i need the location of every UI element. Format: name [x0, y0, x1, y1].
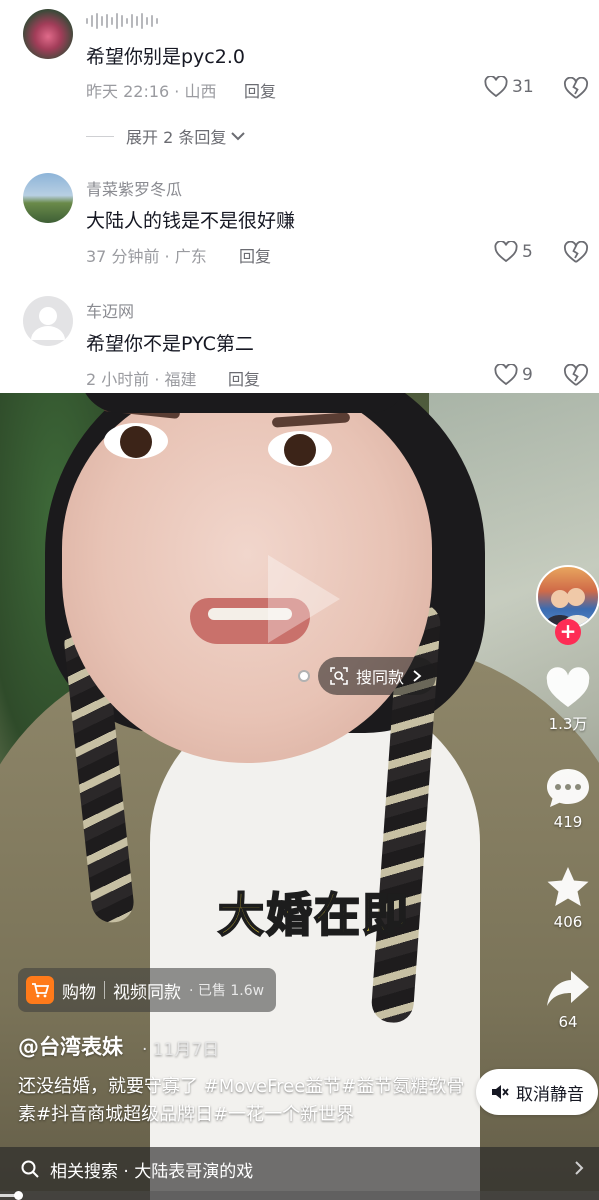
search-anchor-dot: [298, 670, 310, 682]
search-same-item-button[interactable]: 搜同款: [318, 657, 437, 695]
search-icon: [21, 1160, 39, 1178]
comment-text: 希望你别是pyc2.0: [86, 46, 245, 68]
default-user-icon: [31, 307, 65, 340]
comment-like-count: 9: [522, 365, 533, 385]
favorite-button[interactable]: 406: [541, 865, 595, 931]
heart-outline-icon: [494, 364, 518, 386]
divider: [104, 981, 105, 999]
like-count: 1.3万: [548, 715, 588, 733]
heart-icon: [546, 667, 590, 707]
chevron-down-icon: [231, 132, 246, 141]
post-date: · 11月7日: [142, 1040, 220, 1060]
eyebrow: [271, 412, 351, 428]
commenter-avatar[interactable]: [23, 9, 73, 59]
video-progress-bar[interactable]: [0, 1191, 599, 1200]
reply-button[interactable]: 回复: [228, 366, 260, 390]
product-label: 购物: [62, 982, 96, 1003]
video-caption-overlay: 大婚在即: [217, 887, 410, 943]
eye: [268, 431, 332, 467]
share-arrow-icon: [547, 971, 589, 1006]
search-same-label: 搜同款: [356, 668, 405, 687]
comment-meta: 37 分钟前 · 广东: [86, 247, 207, 266]
play-button[interactable]: [268, 555, 340, 643]
follow-button[interactable]: +: [555, 619, 581, 645]
video-subject-face: [62, 393, 432, 763]
comment-like-count: 5: [522, 242, 533, 262]
comment-count: 419: [553, 813, 583, 831]
comment-like-button[interactable]: 31: [484, 76, 534, 98]
comment-list: 希望你别是pyc2.0 昨天 22:16 · 山西 回复 31 展开 2 条回复…: [0, 0, 599, 393]
product-title: 视频同款: [113, 982, 181, 1003]
divider: [86, 135, 114, 137]
comment-bubble-icon: [547, 769, 589, 807]
eye: [104, 423, 168, 459]
comment-button[interactable]: 419: [541, 767, 595, 831]
unmute-button[interactable]: 取消静音: [476, 1069, 598, 1115]
comment-meta: 2 小时前 · 福建: [86, 370, 197, 389]
scan-search-icon: [330, 667, 348, 685]
unmute-label: 取消静音: [516, 1084, 584, 1105]
commenter-avatar[interactable]: [23, 173, 73, 223]
commenter-username[interactable]: 青菜紫罗冬瓜: [86, 176, 182, 200]
comment-like-count: 31: [512, 77, 534, 97]
video-subject-bangs: [80, 393, 410, 413]
shopping-cart-icon: [26, 976, 54, 1004]
related-search-text: 相关搜索 · 大陆表哥演的戏: [50, 1161, 254, 1182]
chevron-right-icon: [413, 670, 422, 682]
broken-heart-icon[interactable]: [563, 241, 589, 265]
related-search-bar[interactable]: 相关搜索 · 大陆表哥演的戏: [0, 1147, 599, 1191]
favorite-count: 406: [553, 913, 583, 931]
product-link[interactable]: 购物 视频同款 · 已售 1.6w: [18, 968, 277, 1012]
speaker-muted-icon: [492, 1085, 509, 1099]
reply-button[interactable]: 回复: [244, 78, 276, 102]
comment-like-button[interactable]: 9: [494, 364, 533, 386]
comment-text: 大陆人的钱是不是很好赚: [86, 210, 296, 232]
author-name[interactable]: @台湾表妹: [18, 1031, 123, 1061]
broken-heart-icon[interactable]: [563, 364, 589, 388]
expand-replies-label: 展开 2 条回复: [126, 128, 227, 147]
product-sold-count: · 已售 1.6w: [189, 983, 265, 999]
like-button[interactable]: 1.3万: [541, 667, 595, 734]
video-description[interactable]: 还没结婚，就要守寡了 #MoveFree益节#益节氨糖软骨素#抖音商城超级品牌日…: [18, 1073, 468, 1129]
heart-outline-icon: [494, 241, 518, 263]
heart-outline-icon: [484, 76, 508, 98]
avatar-photo: [544, 588, 594, 627]
commenter-username[interactable]: 车迈网: [86, 298, 134, 322]
voice-wave-icon: [86, 12, 158, 30]
expand-replies-button[interactable]: 展开 2 条回复: [86, 124, 246, 148]
star-icon: [547, 867, 589, 906]
video-player[interactable]: 搜同款 大婚在即 + 1.3万 419 406 64 购物 视频同款 · 已售 …: [0, 393, 599, 1200]
comment-like-button[interactable]: 5: [494, 241, 533, 263]
broken-heart-icon[interactable]: [563, 77, 589, 101]
comment-text: 希望你不是PYC第二: [86, 333, 254, 355]
progress-knob[interactable]: [13, 1191, 23, 1200]
comment-meta: 昨天 22:16 · 山西: [86, 82, 217, 101]
commenter-avatar[interactable]: [23, 296, 73, 346]
reply-button[interactable]: 回复: [239, 243, 271, 267]
chevron-right-icon: [575, 1161, 584, 1175]
share-count: 64: [558, 1013, 578, 1031]
share-button[interactable]: 64: [541, 969, 595, 1031]
